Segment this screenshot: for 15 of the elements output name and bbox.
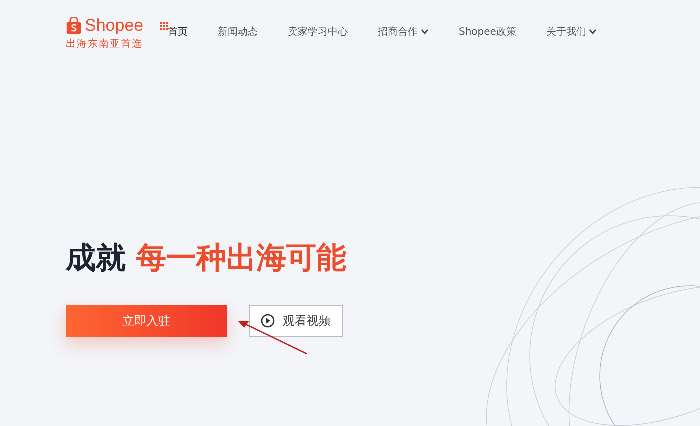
nav-link[interactable]: 首页 [160,25,188,39]
nav-link[interactable]: 卖家学习中心 [288,25,348,39]
play-icon [261,314,275,328]
shopping-bag-icon [66,17,82,35]
brand-tagline: 出海东南亚首选 [66,38,144,51]
hero-headline: 成就 每一种出海可能 [66,241,348,277]
nav-link[interactable]: 招商合作 [378,25,429,39]
grid-icon [160,22,169,31]
watch-video-button[interactable]: 观看视频 [249,305,343,337]
caret-icon [421,29,429,35]
nav-link[interactable]: Shopee政策 [459,25,516,39]
nav-link[interactable]: 关于我们 [546,25,598,39]
nav-link[interactable]: 新闻动态 [218,25,258,39]
brand-name: Shopee [85,16,144,36]
caret-icon [589,29,598,35]
